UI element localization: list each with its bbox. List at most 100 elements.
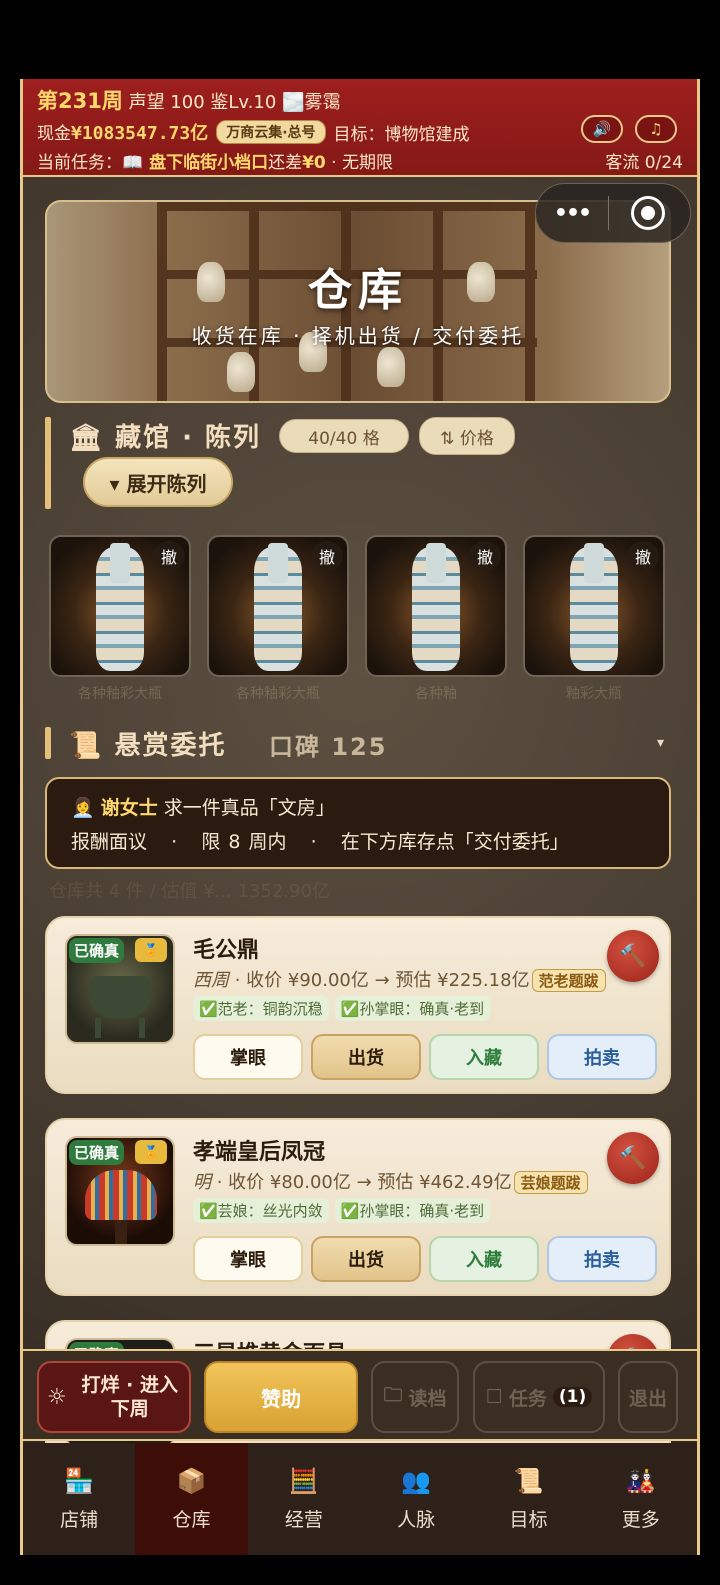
task-button[interactable]: ☐ 任务 (1): [473, 1361, 605, 1433]
vase-image: [412, 543, 460, 671]
medal-icon: 🏅: [135, 938, 167, 962]
shop-icon: 🏪: [64, 1466, 95, 1495]
requester-name: 谢女士: [100, 797, 158, 819]
sound-button[interactable]: 🔊: [581, 115, 623, 143]
instruction: 在下方库存点「交付委托」: [340, 831, 569, 853]
item-name: 毛公鼎: [193, 938, 260, 963]
music-button[interactable]: ♫: [635, 115, 677, 143]
hammer-icon[interactable]: 🔨: [607, 1132, 659, 1184]
section-accent-bar: [45, 727, 51, 759]
tab-shop[interactable]: 🏪 店铺: [23, 1443, 135, 1555]
task-label: 任务: [508, 1387, 547, 1410]
tab-label: 店铺: [60, 1508, 99, 1531]
task-deadline: · 无期限: [331, 153, 393, 173]
tab-more[interactable]: 🎎 更多: [585, 1443, 697, 1555]
folder-icon: 🗀: [383, 1384, 403, 1406]
appraisal-notes: ✅芸娘：丝光内敛 ✅孙掌眼：确真·老到: [193, 1198, 491, 1223]
sort-by-price-button[interactable]: ⇅ 价格: [419, 417, 515, 455]
exhibit-tile[interactable]: 撤: [207, 535, 349, 677]
more-dots-icon[interactable]: •••: [536, 201, 608, 226]
exit-button[interactable]: 退出: [618, 1361, 678, 1433]
appraisal-note: ✅孙掌眼：确真·老到: [334, 996, 491, 1021]
scroll-icon: 📜: [69, 731, 104, 761]
banner-title: 仓库: [308, 265, 408, 316]
app-frame: 第231周 声望 100 鉴Lv.10 🌫️雾霭 现金¥1083547.73亿 …: [20, 79, 700, 1555]
header-row-2: 现金¥1083547.73亿 万商云集·总号 目标：博物馆建成: [37, 119, 470, 145]
remove-button[interactable]: 撤: [153, 541, 185, 571]
time-limit: 限 8 周内: [201, 831, 287, 853]
exhibit-tile[interactable]: 撤: [49, 535, 191, 677]
appraise-level: 鉴Lv.10: [210, 92, 277, 113]
inscription-tag: 芸娘题跋: [513, 1171, 588, 1194]
remove-button[interactable]: 撤: [469, 541, 501, 571]
auction-button[interactable]: 拍卖: [547, 1236, 657, 1282]
tab-label: 目标: [509, 1508, 548, 1531]
tab-contacts[interactable]: 👥 人脉: [360, 1443, 472, 1555]
appraisal-notes: ✅范老：铜韵沉稳 ✅孙掌眼：确真·老到: [193, 996, 491, 1021]
bounty-title: 📜 悬赏委托: [69, 725, 226, 762]
tab-label: 人脉: [397, 1508, 436, 1531]
vase-image: [96, 543, 144, 671]
requester-avatar-icon: 👩‍💼: [71, 797, 95, 819]
sponsor-button[interactable]: 赞助: [204, 1361, 358, 1433]
load-button[interactable]: 🗀 读档: [371, 1361, 459, 1433]
sell-button[interactable]: 出货: [311, 1236, 421, 1282]
inventory-card: 已确真 🏅 孝端皇后凤冠 明 · 收价 ¥80.00亿 → 预估 ¥462.49…: [45, 1118, 671, 1296]
task-label: 当前任务：: [37, 153, 122, 173]
section-accent-bar: [45, 417, 51, 509]
item-price: · 收价 ¥80.00亿 → 预估 ¥462.49亿: [216, 1172, 512, 1193]
item-thumbnail[interactable]: 已确真 🏅: [65, 934, 175, 1044]
task-diff-value: ¥0: [302, 153, 326, 173]
museum-icon: 🏛: [69, 423, 105, 453]
task-count-badge: (1): [552, 1387, 593, 1407]
banner-subtitle: 收货在库 · 择机出货 / 交付委托: [191, 324, 525, 348]
cash-value: ¥1083547.73亿: [71, 123, 209, 144]
verified-badge: 已确真: [69, 938, 125, 963]
appraise-button[interactable]: 掌眼: [193, 1034, 303, 1080]
appraise-button[interactable]: 掌眼: [193, 1236, 303, 1282]
appraisal-note: ✅芸娘：丝光内敛: [193, 1198, 329, 1223]
action-bar: ☼ 打烊 · 进入下周 赞助 🗀 读档 ☐ 任务 (1) 退出: [23, 1349, 697, 1441]
item-thumbnail[interactable]: 已确真 🏅: [65, 1136, 175, 1246]
verified-badge: 已确真: [69, 1140, 125, 1165]
inventory-summary: 仓库共 4 件 / 估值 ¥... 1352.90亿: [49, 881, 330, 902]
medal-icon: 🏅: [135, 1140, 167, 1164]
item-era: 明: [193, 1172, 211, 1193]
title-badge: 万商云集·总号: [216, 120, 326, 144]
auction-button[interactable]: 拍卖: [547, 1034, 657, 1080]
crown-illustration: [85, 1170, 157, 1220]
abacus-icon: 🧮: [288, 1466, 319, 1495]
tile-caption: 各种釉: [415, 686, 457, 702]
separator: ·: [310, 831, 317, 853]
sell-button[interactable]: 出货: [311, 1034, 421, 1080]
warehouse-icon: 📦: [176, 1466, 207, 1495]
request-line: 👩‍💼 谢女士 求一件真品「文房」: [71, 793, 335, 820]
next-week-button[interactable]: ☼ 打烊 · 进入下周: [37, 1361, 191, 1433]
collect-button[interactable]: 入藏: [429, 1034, 539, 1080]
collect-button[interactable]: 入藏: [429, 1236, 539, 1282]
hammer-icon[interactable]: 🔨: [607, 930, 659, 982]
slot-count: 40/40 格: [279, 419, 409, 453]
collapse-toggle-icon[interactable]: ▾: [657, 735, 664, 751]
sun-icon: ☼: [47, 1384, 67, 1410]
bounty-request-card[interactable]: 👩‍💼 谢女士 求一件真品「文房」 报酬面议 · 限 8 周内 · 在下方库存点…: [45, 777, 671, 869]
tab-label: 经营: [284, 1508, 323, 1531]
tile-caption: 各种釉彩大瓶: [78, 686, 162, 702]
vase-illustration: [227, 352, 255, 392]
tab-operations[interactable]: 🧮 经营: [248, 1443, 360, 1555]
tile-caption: 釉彩大瓶: [566, 686, 622, 702]
reputation: 声望 100: [128, 92, 205, 113]
item-actions: 掌眼 出货 入藏 拍卖: [193, 1236, 657, 1282]
remove-button[interactable]: 撤: [311, 541, 343, 571]
expand-exhibit-button[interactable]: ▾ 展开陈列: [83, 457, 233, 507]
scroll-goal-icon: 📜: [513, 1466, 544, 1495]
exhibit-tile[interactable]: 撤: [365, 535, 507, 677]
close-target-icon[interactable]: [631, 196, 665, 230]
tab-warehouse[interactable]: 📦 仓库: [135, 1443, 248, 1555]
music-note-icon: ♫: [649, 120, 663, 138]
capsule-divider: [608, 196, 609, 230]
request-text: 求一件真品「文房」: [163, 797, 335, 819]
tab-goals[interactable]: 📜 目标: [472, 1443, 584, 1555]
remove-button[interactable]: 撤: [627, 541, 659, 571]
exhibit-tile[interactable]: 撤: [523, 535, 665, 677]
